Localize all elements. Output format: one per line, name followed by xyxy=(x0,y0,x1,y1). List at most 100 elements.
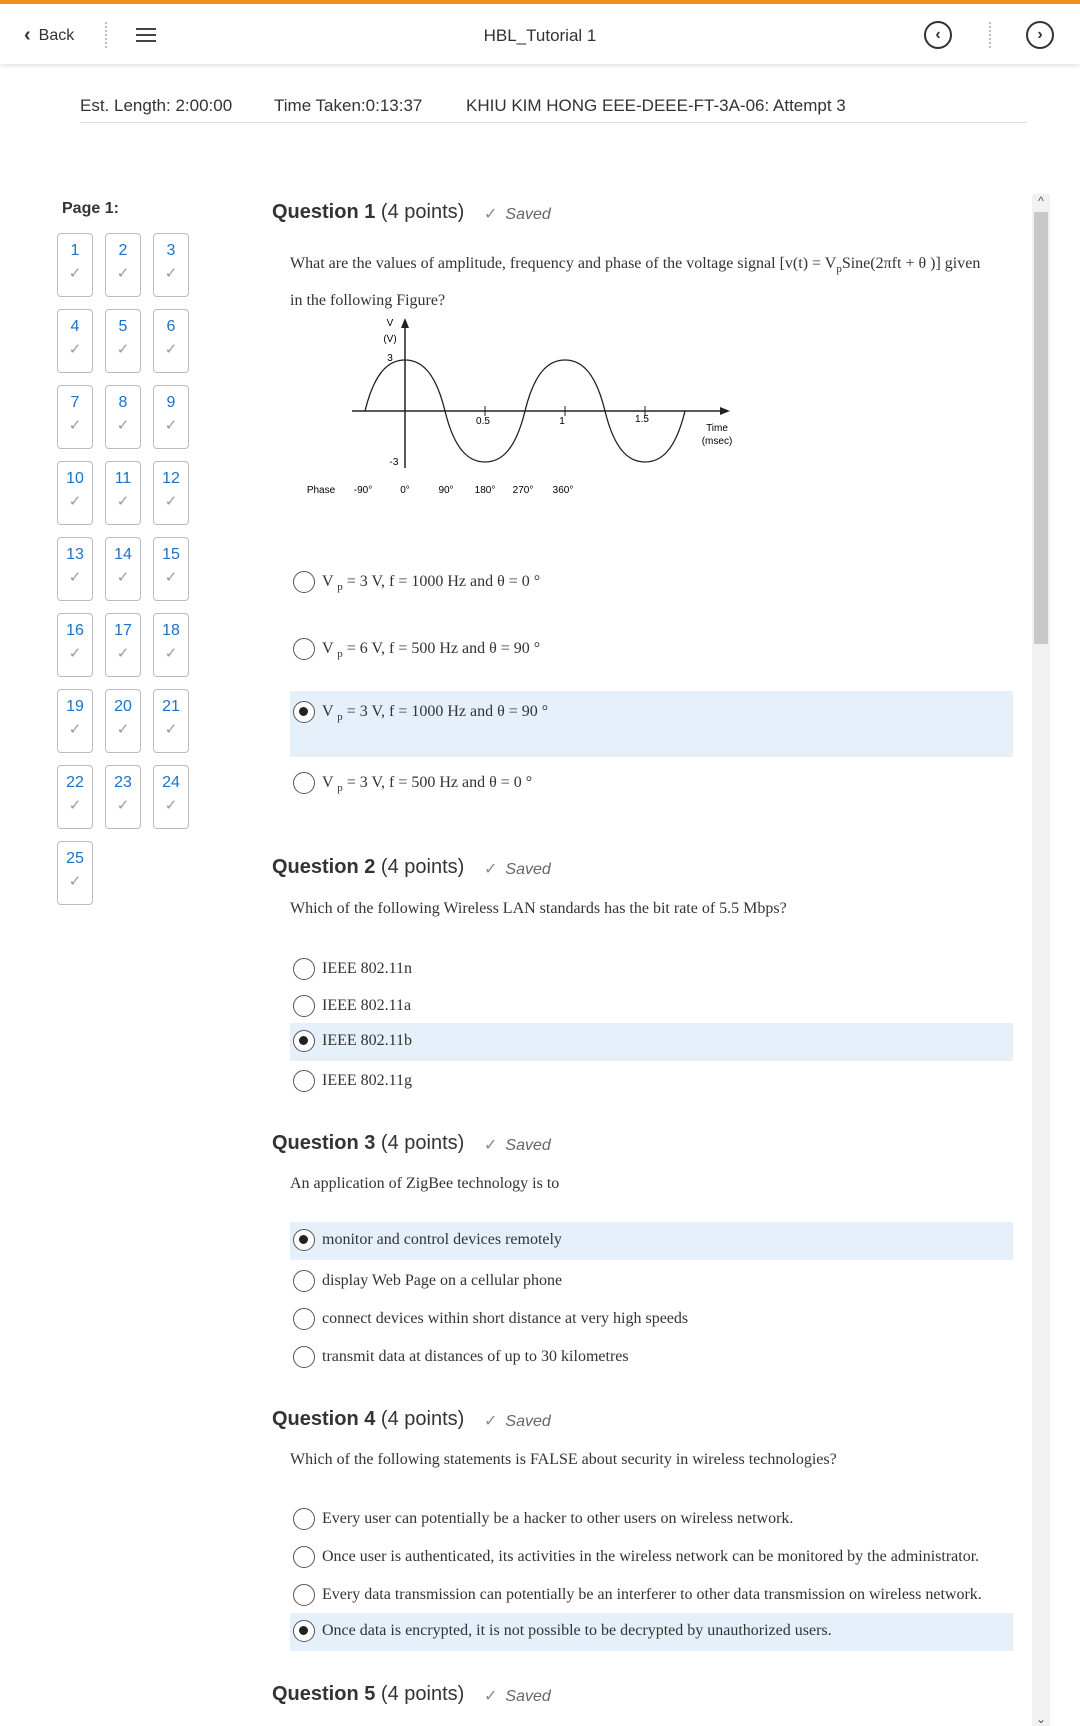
check-icon: ✓ xyxy=(68,417,82,434)
radio-button[interactable] xyxy=(293,1308,315,1330)
saved-status: ✓ Saved xyxy=(484,861,551,878)
radio-button[interactable] xyxy=(293,701,315,723)
saved-status: ✓ Saved xyxy=(484,1688,551,1705)
radio-button[interactable] xyxy=(293,571,315,593)
radio-button[interactable] xyxy=(293,772,315,794)
q1-option-4[interactable]: V p = 3 V, f = 500 Hz and θ = 0 ° xyxy=(290,765,1013,801)
radio-button[interactable] xyxy=(293,1346,315,1368)
q4-option-1[interactable]: Every user can potentially be a hacker t… xyxy=(290,1501,1013,1537)
radio-button[interactable] xyxy=(293,1070,315,1092)
question-nav-tile[interactable]: 16 ✓ xyxy=(57,613,93,677)
question-number: 20 xyxy=(114,698,132,715)
question-nav-tile[interactable]: 2 ✓ xyxy=(105,233,141,297)
question-nav-tile[interactable]: 5 ✓ xyxy=(105,309,141,373)
q2-option-4[interactable]: IEEE 802.11g xyxy=(290,1063,1013,1099)
question-nav-tile[interactable]: 19 ✓ xyxy=(57,689,93,753)
q3-option-3[interactable]: connect devices within short distance at… xyxy=(290,1301,1013,1337)
option-label: Every user can potentially be a hacker t… xyxy=(322,1510,794,1527)
q3-option-4[interactable]: transmit data at distances of up to 30 k… xyxy=(290,1339,1013,1375)
check-icon: ✓ xyxy=(68,265,82,282)
scrollbar[interactable]: ^ ⌄ xyxy=(1032,194,1050,1726)
scrollbar-thumb[interactable] xyxy=(1034,212,1048,644)
question-nav-tile[interactable]: 10 ✓ xyxy=(57,461,93,525)
q1-option-1[interactable]: V p = 3 V, f = 1000 Hz and θ = 0 ° xyxy=(290,564,1013,600)
question-number: 18 xyxy=(162,622,180,639)
question-nav-tile[interactable]: 8 ✓ xyxy=(105,385,141,449)
radio-button[interactable] xyxy=(293,1030,315,1052)
question-nav-tile[interactable]: 13 ✓ xyxy=(57,537,93,601)
check-icon: ✓ xyxy=(484,1413,498,1430)
question-number: 9 xyxy=(166,394,176,411)
scroll-down-icon[interactable]: ⌄ xyxy=(1032,1712,1050,1726)
check-icon: ✓ xyxy=(164,721,178,738)
radio-button[interactable] xyxy=(293,1546,315,1568)
radio-button[interactable] xyxy=(293,638,315,660)
question-number: 7 xyxy=(70,394,80,411)
question-number: 3 xyxy=(166,242,176,259)
top-bar: ‹ Back HBL_Tutorial 1 ‹ › xyxy=(0,0,1080,64)
radio-button[interactable] xyxy=(293,1270,315,1292)
question-number: 2 xyxy=(118,242,128,259)
radio-button[interactable] xyxy=(293,1620,315,1642)
check-icon: ✓ xyxy=(164,797,178,814)
radio-button[interactable] xyxy=(293,1508,315,1530)
phase-tick-label: -90° xyxy=(354,485,372,496)
question-nav-tile[interactable]: 12 ✓ xyxy=(153,461,189,525)
question-nav-tile[interactable]: 3 ✓ xyxy=(153,233,189,297)
q2-option-1[interactable]: IEEE 802.11n xyxy=(290,951,1013,987)
question-nav-tile[interactable]: 24 ✓ xyxy=(153,765,189,829)
question-nav-tile[interactable]: 18 ✓ xyxy=(153,613,189,677)
question-nav-tile[interactable]: 20 ✓ xyxy=(105,689,141,753)
page-label: Page 1: xyxy=(62,200,119,217)
question-nav-tile[interactable]: 11 ✓ xyxy=(105,461,141,525)
question-nav-tile[interactable]: 25 ✓ xyxy=(57,841,93,905)
q4-option-4[interactable]: Once data is encrypted, it is not possib… xyxy=(290,1613,1013,1651)
check-icon: ✓ xyxy=(484,861,498,878)
question-number: 23 xyxy=(114,774,132,791)
question-4-text: Which of the following statements is FAL… xyxy=(290,1451,837,1468)
question-nav-tile[interactable]: 4 ✓ xyxy=(57,309,93,373)
q2-option-2[interactable]: IEEE 802.11a xyxy=(290,988,1013,1024)
question-title: Question 1 xyxy=(272,201,376,223)
question-nav-tile[interactable]: 22 ✓ xyxy=(57,765,93,829)
check-icon: ✓ xyxy=(68,341,82,358)
q4-option-2[interactable]: Once user is authenticated, its activiti… xyxy=(290,1539,1013,1575)
question-nav-tile[interactable]: 21 ✓ xyxy=(153,689,189,753)
scroll-up-icon[interactable]: ^ xyxy=(1032,194,1050,208)
q3-option-1[interactable]: monitor and control devices remotely xyxy=(290,1222,1013,1260)
question-nav-tile[interactable]: 14 ✓ xyxy=(105,537,141,601)
q1-option-2[interactable]: V p = 6 V, f = 500 Hz and θ = 90 ° xyxy=(290,631,1013,667)
option-label: IEEE 802.11g xyxy=(322,1072,413,1089)
check-icon: ✓ xyxy=(116,341,130,358)
check-icon: ✓ xyxy=(484,1137,498,1154)
q2-option-3[interactable]: IEEE 802.11b xyxy=(290,1023,1013,1061)
phase-tick-label: 180° xyxy=(475,485,496,496)
question-nav-tile[interactable]: 7 ✓ xyxy=(57,385,93,449)
question-nav-tile[interactable]: 15 ✓ xyxy=(153,537,189,601)
radio-button[interactable] xyxy=(293,1584,315,1606)
x-tick-label: 0.5 xyxy=(476,416,490,427)
check-icon: ✓ xyxy=(164,569,178,586)
q3-option-2[interactable]: display Web Page on a cellular phone xyxy=(290,1263,1013,1299)
option-label: Once data is encrypted, it is not possib… xyxy=(322,1622,832,1639)
check-icon: ✓ xyxy=(164,645,178,662)
radio-button[interactable] xyxy=(293,1229,315,1251)
attempt-info: KHIU KIM HONG EEE-DEEE-FT-3A-06: Attempt… xyxy=(466,96,846,115)
saved-status: ✓ Saved xyxy=(484,206,551,223)
q1-option-3[interactable]: V p = 3 V, f = 1000 Hz and θ = 90 ° xyxy=(290,691,1013,757)
radio-button[interactable] xyxy=(293,995,315,1017)
q4-option-3[interactable]: Every data transmission can potentially … xyxy=(290,1577,1013,1613)
y-min-label: -3 xyxy=(390,457,399,468)
question-nav-tile[interactable]: 17 ✓ xyxy=(105,613,141,677)
check-icon: ✓ xyxy=(116,645,130,662)
next-page-button[interactable]: › xyxy=(1026,21,1054,49)
question-nav-tile[interactable]: 6 ✓ xyxy=(153,309,189,373)
question-number: 24 xyxy=(162,774,180,791)
question-nav-tile[interactable]: 9 ✓ xyxy=(153,385,189,449)
radio-button[interactable] xyxy=(293,958,315,980)
page-title: HBL_Tutorial 1 xyxy=(483,26,597,45)
question-nav-tile[interactable]: 1 ✓ xyxy=(57,233,93,297)
saved-status: ✓ Saved xyxy=(484,1137,551,1154)
previous-page-button[interactable]: ‹ xyxy=(924,21,952,49)
question-nav-tile[interactable]: 23 ✓ xyxy=(105,765,141,829)
